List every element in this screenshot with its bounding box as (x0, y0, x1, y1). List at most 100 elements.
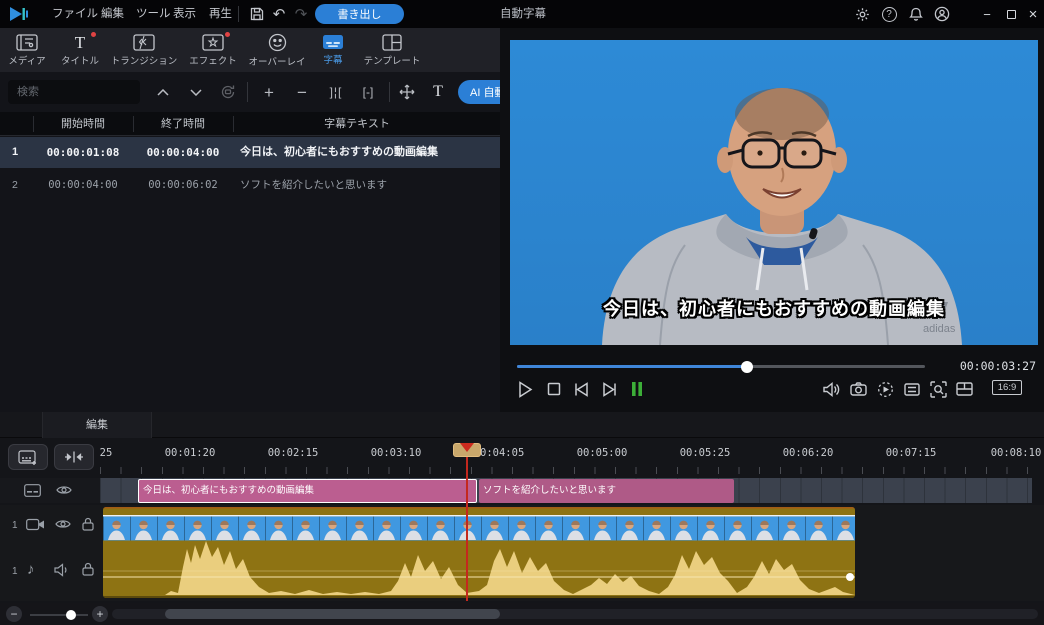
tab-title[interactable]: T タイトル (54, 28, 106, 72)
ruler-label: 00:07:15 (881, 447, 941, 459)
render-preview-icon[interactable] (874, 378, 896, 400)
subtitle-row-2[interactable]: 2 00:00:04:00 00:00:06:02 ソフトを紹介したいと思います (0, 171, 500, 199)
subtitle-clip-1[interactable]: 今日は、初心者にもおすすめの動画編集 (138, 479, 477, 503)
details-list-icon[interactable] (901, 378, 923, 400)
playhead-marker[interactable] (453, 443, 481, 457)
account-icon[interactable] (932, 4, 952, 24)
seek-bar[interactable] (517, 365, 925, 368)
col-end-time: 終了時間 (143, 112, 223, 136)
col-start-time: 開始時間 (43, 112, 123, 136)
merge-subtitle-icon[interactable]: [-] (356, 80, 380, 104)
timeline-bottom-bar: − + (0, 603, 1044, 625)
ruler-label: 00:06:20 (778, 447, 838, 459)
tab-effect[interactable]: エフェクト (182, 28, 244, 72)
ruler-label: 00:01:20 (160, 447, 220, 459)
subtitle-overlay: 今日は、初心者にもおすすめの動画編集 (510, 295, 1038, 321)
subtitle-panel: メディア T タイトル トランジション エフェクト オーバーレイ (0, 28, 500, 412)
current-timecode: 00:00:03:27 (940, 359, 1036, 373)
row-subtitle-text: ソフトを紹介したいと思います (240, 171, 387, 199)
tab-overlay[interactable]: オーバーレイ (244, 28, 310, 72)
column-divider (133, 116, 134, 132)
menu-edit[interactable]: 編集 (95, 0, 130, 28)
track-area: 1 1 ♪ (0, 505, 1044, 601)
add-subtitle-icon[interactable]: + (259, 80, 279, 104)
toolbar-divider (389, 82, 390, 102)
play-button[interactable] (514, 378, 536, 400)
column-divider (233, 116, 234, 132)
maximize-button[interactable] (1000, 0, 1022, 28)
timeline-zoom-out-button[interactable]: − (6, 606, 22, 622)
timeline-zoom-slider[interactable] (30, 614, 88, 616)
subtitle-clip-2[interactable]: ソフトを紹介したいと思います (479, 479, 734, 503)
search-input[interactable] (8, 80, 140, 104)
speech-to-text-icon[interactable] (217, 80, 239, 104)
row-end-time: 00:00:06:02 (140, 171, 226, 199)
column-divider (33, 116, 34, 132)
timeline-zoom-in-button[interactable]: + (92, 606, 108, 622)
volume-icon[interactable] (820, 378, 842, 400)
subtitle-track-header (0, 478, 100, 503)
row-subtitle-text: 今日は、初心者にもおすすめの動画編集 (240, 137, 438, 168)
ruler-label: 00:05:25 (675, 447, 735, 459)
pause-indicator[interactable] (626, 378, 648, 400)
next-frame-button[interactable] (598, 378, 620, 400)
snapshot-camera-icon[interactable] (847, 378, 869, 400)
seek-fill (517, 365, 747, 368)
video-track-visibility-icon[interactable] (55, 518, 71, 530)
tab-transition[interactable]: トランジション (106, 28, 182, 72)
split-view-icon[interactable] (953, 378, 975, 400)
subtitle-track[interactable]: 今日は、初心者にもおすすめの動画編集 ソフトを紹介したいと思います (100, 478, 1032, 503)
volume-handle (846, 573, 854, 581)
badge-dot (225, 32, 230, 37)
minimize-button[interactable]: − (976, 0, 998, 28)
chevron-down-icon[interactable] (186, 80, 206, 104)
menu-play[interactable]: 再生 (203, 0, 238, 28)
stop-button[interactable] (543, 378, 565, 400)
notifications-bell-icon[interactable] (906, 4, 926, 24)
ruler-label: 00:05:00 (572, 447, 632, 459)
playhead-line[interactable] (466, 450, 468, 601)
close-button[interactable]: × (1022, 0, 1044, 28)
video-editor-app: ファイル 編集 ツール 表示 再生 ↶ ↷ 書き出し 自動字幕 ? − × (0, 0, 1044, 625)
row-start-time: 00:00:04:00 (40, 171, 126, 199)
undo-icon[interactable]: ↶ (269, 4, 289, 24)
ai-auto-subtitle-button[interactable]: AI 自動字幕 (458, 80, 500, 104)
video-preview[interactable]: adidas 今日は、初心者にもおすすめの動画編集 (510, 40, 1038, 345)
tab-timeline-edit[interactable]: 編集 (42, 412, 152, 438)
audio-track-volume-icon[interactable] (54, 563, 71, 577)
video-clip[interactable] (103, 507, 855, 598)
shirt-logo-text: adidas (923, 323, 956, 335)
audio-track-lock-icon[interactable] (82, 562, 94, 576)
timeline-zoom-thumb[interactable] (66, 610, 76, 620)
menu-divider (238, 6, 239, 22)
redo-icon[interactable]: ↷ (291, 4, 311, 24)
timeline-ruler[interactable]: 00:00:25 00:01:20 00:02:15 00:03:10 00:0… (100, 440, 1044, 476)
settings-gear-icon[interactable] (852, 4, 872, 24)
split-subtitle-icon[interactable]: ]¦[ (324, 80, 348, 104)
snap-toggle-button[interactable] (54, 444, 94, 470)
tab-media[interactable]: メディア (0, 28, 54, 72)
subtitle-row-1[interactable]: 1 00:00:01:08 00:00:04:00 今日は、初心者にもおすすめの… (0, 137, 500, 168)
tab-template[interactable]: テンプレート (356, 28, 428, 72)
text-style-icon[interactable]: T (428, 80, 448, 104)
add-subtitle-track-button[interactable] (8, 444, 48, 470)
tab-subtitle[interactable]: 字幕 (310, 28, 356, 72)
seek-thumb[interactable] (741, 361, 753, 373)
video-track-lock-icon[interactable] (82, 517, 94, 531)
save-icon[interactable] (247, 4, 267, 24)
previous-frame-button[interactable] (571, 378, 593, 400)
remove-subtitle-icon[interactable]: − (292, 80, 312, 104)
preview-zoom-icon[interactable] (927, 378, 949, 400)
menu-view[interactable]: 表示 (167, 0, 202, 28)
help-icon[interactable]: ? (879, 4, 899, 24)
video-track-icon (26, 518, 45, 531)
subtitle-track-visibility-icon[interactable] (56, 484, 72, 496)
timeline-horizontal-scrollbar[interactable] (112, 609, 1038, 619)
export-button[interactable]: 書き出し (315, 4, 404, 24)
badge-dot (91, 32, 96, 37)
row-end-time: 00:00:04:00 (140, 137, 226, 168)
aspect-ratio-badge[interactable]: 16:9 (992, 380, 1022, 395)
move-tool-icon[interactable] (396, 80, 418, 104)
chevron-up-icon[interactable] (153, 80, 173, 104)
scrollbar-thumb[interactable] (165, 609, 500, 619)
